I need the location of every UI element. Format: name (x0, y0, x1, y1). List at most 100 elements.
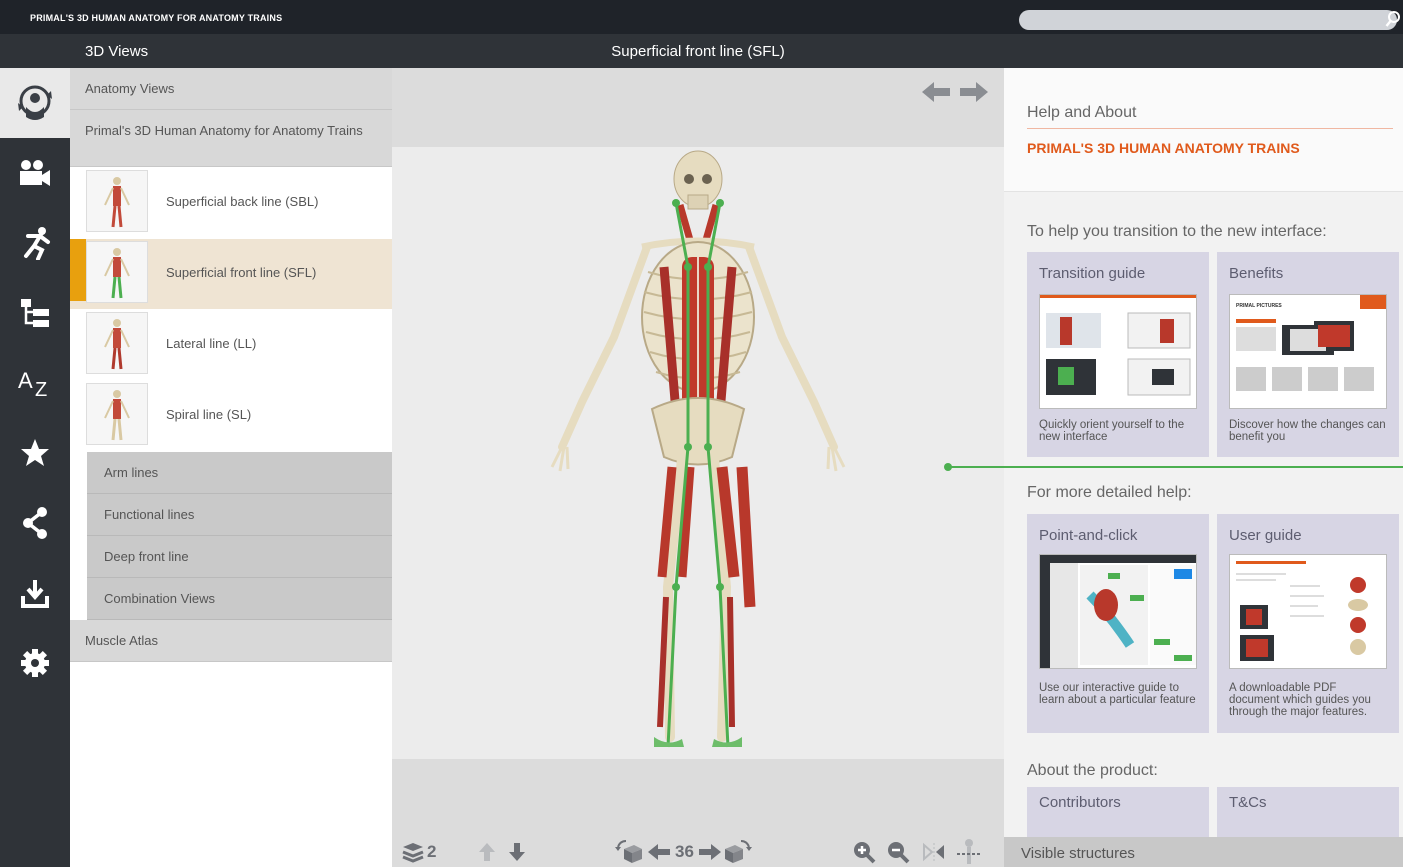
view-item-sbl[interactable]: Superficial back line (SBL) (70, 168, 392, 238)
a-z-index-icon: A Z (18, 368, 47, 398)
transition-guide-preview (1039, 294, 1197, 409)
search-input[interactable] (1019, 10, 1397, 30)
animation-figure-icon (24, 227, 50, 260)
svg-text:Z: Z (35, 379, 47, 398)
view-item-ll[interactable]: Lateral line (LL) (70, 310, 392, 380)
zoom-out-button[interactable] (886, 837, 910, 867)
zoom-in-icon (854, 842, 876, 864)
movies-icon (20, 160, 50, 186)
svg-text:A: A (18, 368, 33, 393)
layers-icon (402, 843, 424, 863)
about-heading: About the product: (1027, 762, 1158, 779)
group-arm-lines[interactable]: Arm lines (87, 452, 392, 494)
nav-share[interactable] (0, 488, 70, 558)
nav-favorites[interactable] (0, 418, 70, 488)
group-label: Combination Views (104, 591, 216, 606)
3d-viewer[interactable] (392, 68, 1004, 867)
view-item-label: Spiral line (SL) (166, 407, 252, 422)
visible-structures-bar[interactable]: Visible structures (1004, 837, 1403, 867)
nav-a-z-index[interactable]: A Z (0, 348, 70, 418)
user-guide-preview (1229, 554, 1387, 669)
search-icon[interactable] (1385, 10, 1401, 28)
layers-control[interactable]: 2 (402, 837, 436, 867)
view-thumbnail (86, 241, 148, 303)
section-muscle-atlas[interactable]: Muscle Atlas (70, 620, 392, 662)
layer-up-button[interactable] (478, 837, 496, 867)
tile-transition-guide[interactable]: Transition guide Quickly orient yourself… (1027, 252, 1209, 457)
tile-user-guide[interactable]: User guide A downloadable PDF document w… (1217, 514, 1399, 733)
viewer-header: Superficial front line (SFL) (392, 34, 1004, 68)
mirror-button[interactable] (922, 837, 946, 867)
nav-3d-views[interactable] (0, 68, 70, 138)
tile-description: Use our interactive guide to learn about… (1039, 682, 1196, 706)
section-anatomy-views-label: Anatomy Views (85, 81, 175, 96)
panel-connector-line (944, 463, 1403, 471)
left-navigation: A Z (0, 34, 70, 867)
views-panel-title: 3D Views (85, 43, 149, 60)
arrow-left-icon[interactable] (922, 82, 950, 102)
layer-count: 2 (427, 842, 437, 861)
layer-down-button[interactable] (508, 837, 526, 867)
help-about-card: Help and About PRIMAL'S 3D HUMAN ANATOMY… (1004, 68, 1403, 192)
tile-benefits[interactable]: Benefits PRIMAL PICTURES Discover how th… (1217, 252, 1399, 457)
arrow-right-icon[interactable] (960, 82, 988, 102)
divider (1027, 128, 1393, 129)
rotate-left-control[interactable]: 36 (614, 837, 753, 867)
section-muscle-atlas-label: Muscle Atlas (85, 633, 158, 648)
views-panel: Anatomy Views Primal's 3D Human Anatomy … (70, 68, 392, 867)
product-name[interactable]: PRIMAL'S 3D HUMAN ANATOMY TRAINS (1027, 140, 1300, 156)
nav-hierarchy[interactable] (0, 278, 70, 348)
arrow-down-icon (509, 843, 525, 861)
group-combination-views[interactable]: Combination Views (87, 578, 392, 620)
tile-title: Transition guide (1039, 265, 1146, 282)
rotate-cube-left-icon (615, 840, 642, 863)
tile-title: Point-and-click (1039, 527, 1138, 544)
help-panel: Help and About PRIMAL'S 3D HUMAN ANATOMY… (1004, 68, 1403, 837)
view-thumbnail (86, 383, 148, 445)
tile-point-and-click[interactable]: Point-and-click Use our interactive guid… (1027, 514, 1209, 733)
benefits-preview: PRIMAL PICTURES (1229, 294, 1387, 409)
view-thumbnail (86, 170, 148, 232)
download-icon (21, 580, 49, 608)
arrow-up-icon (479, 843, 495, 861)
section-product[interactable]: Primal's 3D Human Anatomy for Anatomy Tr… (70, 110, 392, 167)
share-icon (23, 507, 47, 539)
section-anatomy-views[interactable]: Anatomy Views (70, 68, 392, 110)
view-item-label: Superficial back line (SBL) (166, 194, 319, 209)
group-functional-lines[interactable]: Functional lines (87, 494, 392, 536)
view-nav-arrows[interactable] (922, 80, 988, 104)
section-plane-button[interactable] (956, 837, 982, 867)
group-label: Functional lines (104, 507, 195, 522)
point-and-click-preview (1039, 554, 1197, 669)
tile-description: A downloadable PDF document which guides… (1229, 682, 1371, 718)
tile-title: Contributors (1039, 794, 1121, 811)
selected-marker (70, 239, 86, 301)
view-item-label: Superficial front line (SFL) (166, 265, 317, 280)
tile-contributors[interactable]: Contributors (1027, 787, 1209, 837)
mirror-icon (923, 842, 944, 862)
tile-terms-and-conditions[interactable]: T&Cs (1217, 787, 1399, 837)
rotation-value: 36 (675, 842, 694, 861)
nav-download[interactable] (0, 558, 70, 628)
app-title: PRIMAL'S 3D HUMAN ANATOMY FOR ANATOMY TR… (30, 13, 283, 23)
view-item-sfl[interactable]: Superficial front line (SFL) (70, 239, 392, 309)
viewer-title: Superficial front line (SFL) (611, 43, 785, 60)
tile-title: T&Cs (1229, 794, 1267, 811)
favorites-star-icon (21, 439, 49, 466)
nav-animations[interactable] (0, 208, 70, 278)
anatomy-model-figure[interactable] (392, 147, 1004, 759)
hierarchy-icon (21, 299, 49, 327)
viewer-toolbar: 2 36 (392, 837, 1004, 867)
group-deep-front-line[interactable]: Deep front line (87, 536, 392, 578)
visible-structures-label: Visible structures (1021, 845, 1135, 862)
top-bar: PRIMAL'S 3D HUMAN ANATOMY FOR ANATOMY TR… (0, 0, 1403, 34)
model-canvas[interactable] (392, 147, 1004, 759)
help-about-title: Help and About (1027, 104, 1137, 121)
view-item-sl[interactable]: Spiral line (SL) (70, 381, 392, 451)
nav-movies[interactable] (0, 138, 70, 208)
transition-heading: To help you transition to the new interf… (1027, 223, 1327, 240)
detailed-help-heading: For more detailed help: (1027, 484, 1192, 501)
nav-settings[interactable] (0, 628, 70, 698)
views-panel-header: 3D Views (70, 34, 392, 68)
zoom-in-button[interactable] (852, 837, 876, 867)
